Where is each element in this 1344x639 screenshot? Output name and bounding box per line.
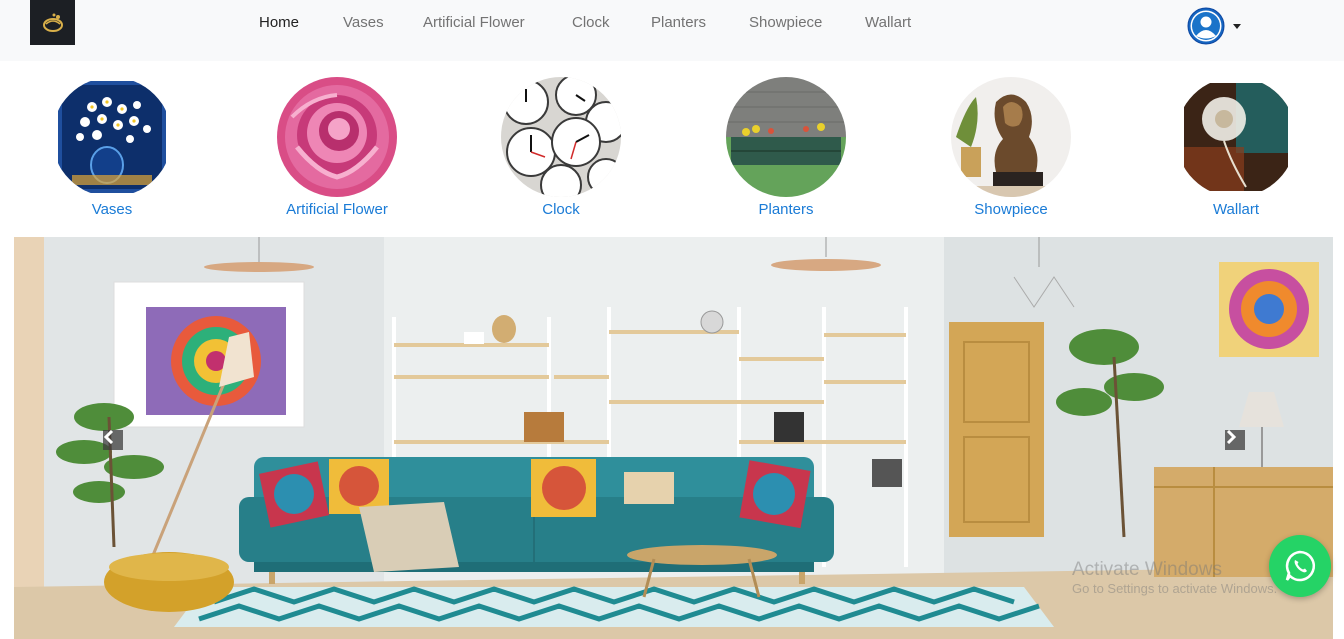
hero-carousel[interactable]: Activate Windows Go to Settings to activ… [14, 237, 1333, 639]
category-label: Clock [542, 201, 580, 218]
nav-link-showpiece[interactable]: Showpiece [749, 14, 822, 32]
nav-link-home[interactable]: Home [259, 14, 299, 32]
vase-flowers-image [52, 77, 172, 197]
whatsapp-chat-button[interactable] [1269, 535, 1331, 597]
carousel-next-button[interactable] [1225, 430, 1245, 450]
whatsapp-icon [1285, 550, 1316, 582]
category-label: Artificial Flower [286, 201, 388, 218]
planter-bed-image [726, 77, 846, 197]
category-artificial-flower[interactable]: Artificial Flower [257, 77, 417, 222]
category-clock[interactable]: Clock [481, 77, 641, 222]
brand-logo[interactable] [30, 0, 75, 45]
category-planters[interactable]: Planters [706, 77, 866, 222]
chevron-right-icon [1226, 430, 1237, 444]
category-vases[interactable]: Vases [32, 77, 192, 222]
category-label: Showpiece [974, 201, 1048, 218]
chevron-left-icon [103, 430, 114, 444]
living-room-slide [14, 237, 1333, 639]
logo-icon [42, 13, 63, 32]
dandelion-painting-image [1176, 77, 1296, 197]
category-showpiece[interactable]: Showpiece [931, 77, 1091, 222]
nav-link-vases[interactable]: Vases [343, 14, 384, 32]
category-wallart[interactable]: Wallart [1156, 77, 1316, 222]
clocks-image [501, 77, 621, 197]
nav-link-wallart[interactable]: Wallart [865, 14, 911, 32]
user-menu-dropdown[interactable] [1187, 7, 1247, 45]
nav-link-planters[interactable]: Planters [651, 14, 706, 32]
user-avatar-icon [1187, 7, 1225, 45]
carousel-prev-button[interactable] [103, 430, 123, 450]
lion-statue-image [951, 77, 1071, 197]
category-label: Planters [758, 201, 814, 218]
nav-link-clock[interactable]: Clock [572, 14, 610, 32]
peony-flower-image [277, 77, 397, 197]
nav-link-artificial-flower[interactable]: Artificial Flower [423, 14, 525, 32]
chevron-down-icon [1233, 23, 1241, 29]
navbar: Home Vases Artificial Flower Clock Plant… [0, 0, 1344, 61]
category-label: Wallart [1212, 201, 1260, 218]
category-label: Vases [91, 201, 133, 218]
